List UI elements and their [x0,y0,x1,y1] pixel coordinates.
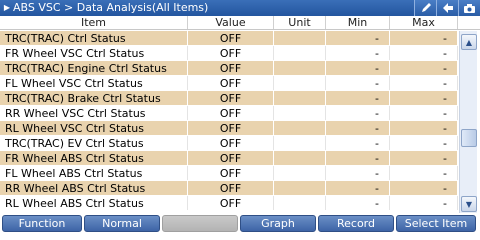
row-value: OFF [188,106,274,120]
row-unit [274,46,326,60]
breadcrumb-arrow-icon: ▶ [3,3,11,12]
table-header: Item Value Unit Min Max [0,16,480,30]
breadcrumb: ABS VSC > Data Analysis(All Items) [13,1,209,14]
select-item-button[interactable]: Select Item [396,215,476,232]
data-table: TRC(TRAC) Ctrl Status OFF - - FR Wheel VSC C… [0,31,458,213]
header-item: Item [0,16,188,29]
row-max: - [390,46,458,60]
table-row[interactable]: TRC(TRAC) EV Ctrl Status OFF - - [0,136,458,151]
row-min: - [326,46,390,60]
row-max: - [390,166,458,180]
row-item: TRC(TRAC) Engine Ctrl Status [0,61,188,75]
row-value: OFF [188,181,274,195]
row-max: - [390,196,458,210]
row-unit [274,61,326,75]
row-value: OFF [188,121,274,135]
row-min: - [326,121,390,135]
table-row[interactable]: FL Wheel ABS Ctrl Status OFF - - [0,166,458,181]
row-item: RL Wheel ABS Ctrl Status [0,196,188,210]
row-unit [274,76,326,90]
row-item: TRC(TRAC) Brake Ctrl Status [0,91,188,105]
row-max: - [390,106,458,120]
row-max: - [390,91,458,105]
row-value: OFF [188,91,274,105]
row-item: FL Wheel ABS Ctrl Status [0,166,188,180]
row-value: OFF [188,136,274,150]
row-value: OFF [188,76,274,90]
row-item: TRC(TRAC) EV Ctrl Status [0,136,188,150]
row-value: OFF [188,166,274,180]
row-item: FL Wheel VSC Ctrl Status [0,76,188,90]
header-max: Max [390,16,458,29]
table-row[interactable]: FR Wheel VSC Ctrl Status OFF - - [0,46,458,61]
row-item: RR Wheel VSC Ctrl Status [0,106,188,120]
row-max: - [390,181,458,195]
row-min: - [326,91,390,105]
table-row[interactable]: FL Wheel VSC Ctrl Status OFF - - [0,76,458,91]
row-max: - [390,136,458,150]
row-min: - [326,31,390,45]
table-row[interactable]: FR Wheel ABS Ctrl Status OFF - - [0,151,458,166]
graph-button[interactable]: Graph [240,215,316,232]
row-min: - [326,136,390,150]
blank-button [162,215,238,232]
bottom-toolbar: Function Normal Graph Record Select Item [0,214,480,234]
row-min: - [326,151,390,165]
camera-icon[interactable] [458,0,480,16]
row-min: - [326,166,390,180]
row-min: - [326,106,390,120]
scroll-up-button[interactable]: ▲ [461,34,477,50]
row-unit [274,136,326,150]
row-value: OFF [188,31,274,45]
table-row[interactable]: RR Wheel VSC Ctrl Status OFF - - [0,106,458,121]
normal-button[interactable]: Normal [84,215,160,232]
table-row[interactable]: RL Wheel ABS Ctrl Status OFF - - [0,196,458,211]
back-arrow-icon[interactable] [436,0,458,16]
row-max: - [390,121,458,135]
row-unit [274,106,326,120]
header-value: Value [188,16,274,29]
row-value: OFF [188,196,274,210]
header-unit: Unit [274,16,326,29]
header-scroll-spacer [458,16,480,29]
row-unit [274,31,326,45]
table-row[interactable]: TRC(TRAC) Ctrl Status OFF - - [0,31,458,46]
title-buttons [414,0,480,16]
row-unit [274,121,326,135]
row-item: FR Wheel VSC Ctrl Status [0,46,188,60]
table-row[interactable]: RR Wheel ABS Ctrl Status OFF - - [0,181,458,196]
row-item: RL Wheel VSC Ctrl Status [0,121,188,135]
row-max: - [390,61,458,75]
row-value: OFF [188,46,274,60]
table-row[interactable]: RL Wheel VSC Ctrl Status OFF - - [0,121,458,136]
title-bar: ▶ ABS VSC > Data Analysis(All Items) [0,0,480,16]
row-item: FR Wheel ABS Ctrl Status [0,151,188,165]
row-min: - [326,61,390,75]
row-unit [274,196,326,210]
row-value: OFF [188,61,274,75]
scroll-thumb[interactable] [461,129,477,147]
row-min: - [326,76,390,90]
header-min: Min [326,16,390,29]
function-button[interactable]: Function [2,215,82,232]
table-row[interactable]: TRC(TRAC) Engine Ctrl Status OFF - - [0,61,458,76]
row-unit [274,91,326,105]
table-row[interactable]: TRC(TRAC) Brake Ctrl Status OFF - - [0,91,458,106]
row-unit [274,151,326,165]
row-unit [274,181,326,195]
row-item: RR Wheel ABS Ctrl Status [0,181,188,195]
row-min: - [326,196,390,210]
row-unit [274,166,326,180]
scroll-down-button[interactable]: ▼ [461,196,477,212]
row-max: - [390,151,458,165]
row-max: - [390,76,458,90]
row-value: OFF [188,151,274,165]
vertical-scrollbar[interactable]: ▲ ▼ [459,31,477,213]
row-item: TRC(TRAC) Ctrl Status [0,31,188,45]
pen-icon[interactable] [414,0,436,16]
row-max: - [390,31,458,45]
row-min: - [326,181,390,195]
record-button[interactable]: Record [318,215,394,232]
